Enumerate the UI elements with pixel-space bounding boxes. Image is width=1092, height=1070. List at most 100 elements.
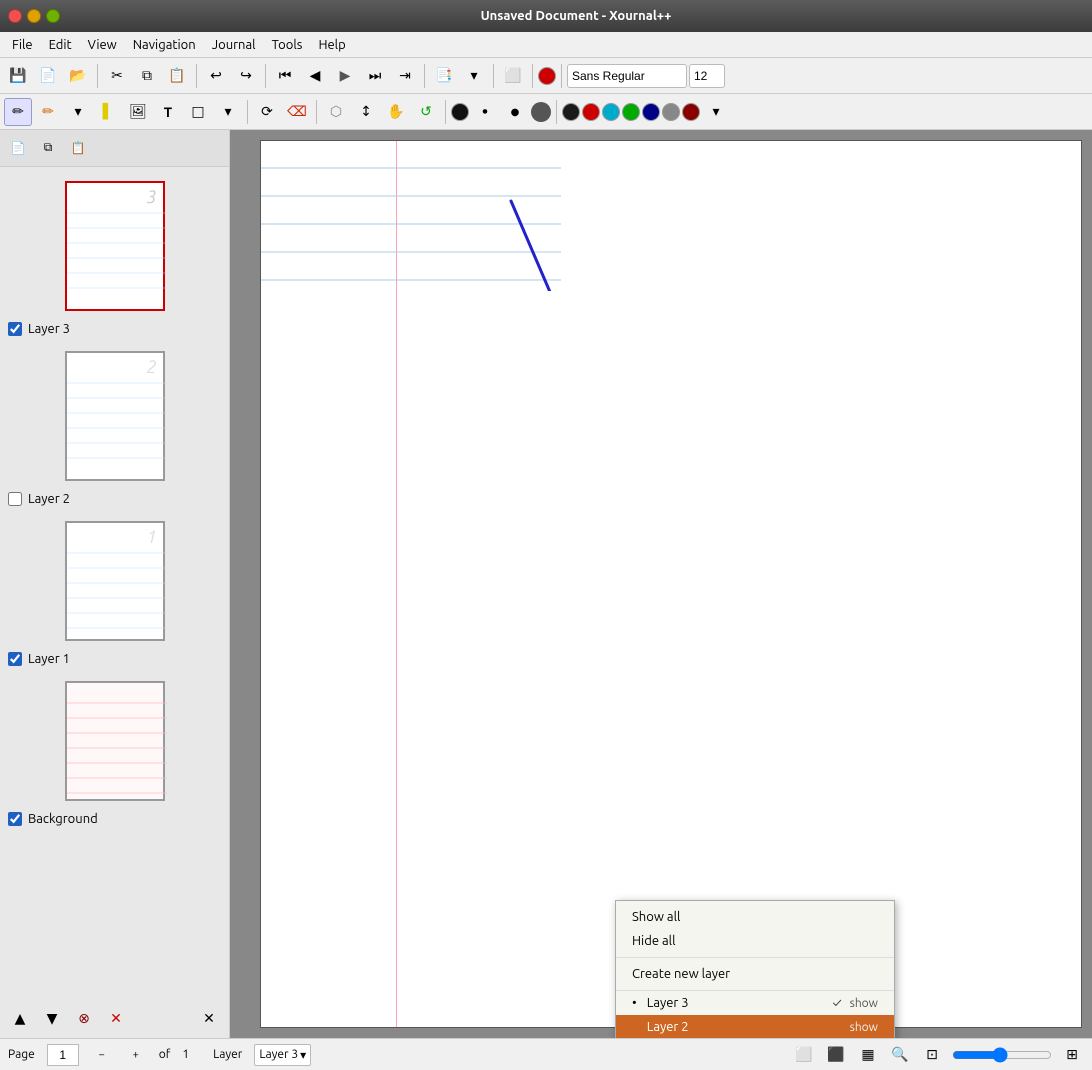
background-item[interactable]: Background	[0, 809, 229, 829]
prev-page-icon[interactable]: ◀	[301, 62, 329, 90]
layer-3-label: Layer 3	[28, 322, 70, 336]
create-new-layer-item[interactable]: Create new layer	[616, 962, 894, 986]
menu-file[interactable]: File	[4, 36, 41, 54]
view-btn-2[interactable]: ⬛	[824, 1043, 848, 1067]
layer-2-checkbox[interactable]	[8, 492, 22, 506]
last-page-icon[interactable]: ⏭	[361, 62, 389, 90]
cut-icon[interactable]: ✂	[103, 62, 131, 90]
close-sidebar-icon[interactable]: ✕	[195, 1004, 223, 1032]
menu-edit[interactable]: Edit	[41, 36, 80, 54]
show-all-item[interactable]: Show all	[616, 905, 894, 929]
layer-3-item[interactable]: Layer 3	[0, 319, 229, 339]
move-up-icon[interactable]: ▲	[6, 1004, 34, 1032]
sep-t2-4	[556, 100, 557, 124]
color-swatch-navy[interactable]	[642, 103, 660, 121]
window-controls	[8, 9, 60, 23]
dot-size-large[interactable]	[531, 102, 551, 122]
hand-tool-icon[interactable]: ✋	[382, 98, 410, 126]
image-insert-icon[interactable]: 🖼	[124, 98, 152, 126]
dropdown-layer3-item[interactable]: • Layer 3 ✓ show	[616, 991, 894, 1015]
page-plus-btn[interactable]: +	[125, 1044, 147, 1066]
color-btn-dropdown[interactable]: ▾	[64, 98, 92, 126]
undo-icon[interactable]: ↩	[202, 62, 230, 90]
color-swatch-darkred[interactable]	[682, 103, 700, 121]
layer-1-item[interactable]: Layer 1	[0, 649, 229, 669]
view-btn-3[interactable]: ▦	[856, 1043, 880, 1067]
page-3-num: 1	[146, 527, 156, 547]
skip-icon[interactable]: ⇥	[391, 62, 419, 90]
font-size-input[interactable]	[689, 64, 725, 88]
menu-view[interactable]: View	[80, 36, 125, 54]
redo-icon[interactable]: ↪	[232, 62, 260, 90]
sidebar-tb-2[interactable]: ⧉	[34, 134, 62, 162]
zoom-slider[interactable]	[952, 1047, 1052, 1063]
layer-3-checkbox[interactable]	[8, 322, 22, 336]
eraser-icon[interactable]: ⌫	[283, 98, 311, 126]
close-button[interactable]	[8, 9, 22, 23]
zoom-out-btn[interactable]: 🔍	[888, 1043, 912, 1067]
open-icon[interactable]: 📂	[64, 62, 92, 90]
menu-help[interactable]: Help	[310, 36, 353, 54]
new-icon[interactable]: 📄	[34, 62, 62, 90]
delete-layer-icon[interactable]: ⊗	[70, 1004, 98, 1032]
zoom-in-btn[interactable]: ⊞	[1060, 1043, 1084, 1067]
layer-1-checkbox[interactable]	[8, 652, 22, 666]
paste-icon[interactable]: 📋	[163, 62, 191, 90]
color-swatch-black[interactable]	[562, 103, 580, 121]
highlighter-icon[interactable]: ✏	[34, 98, 62, 126]
text-tool-icon[interactable]: T	[154, 98, 182, 126]
dot-size-small[interactable]: ●	[471, 98, 499, 126]
snap-icon[interactable]: ⟳	[253, 98, 281, 126]
menu-navigation[interactable]: Navigation	[125, 36, 204, 54]
dot-size-medium[interactable]: ●	[501, 98, 529, 126]
layer-selector[interactable]: Layer 3 ▾	[254, 1044, 311, 1066]
shape-dropdown-icon[interactable]: ▾	[214, 98, 242, 126]
sidebar-bottom-toolbar: ▲ ▼ ⊗ ✕ ✕	[0, 998, 229, 1038]
copy-icon[interactable]: ⧉	[133, 62, 161, 90]
separator-5	[493, 64, 494, 88]
background-checkbox[interactable]	[8, 812, 22, 826]
pdf-icon[interactable]: 📑	[430, 62, 458, 90]
sidebar-tb-3[interactable]: 📋	[64, 134, 92, 162]
page-3-thumbnail[interactable]: 1	[65, 521, 165, 641]
dropdown-layer2-item[interactable]: • Layer 2 ✓ show	[616, 1015, 894, 1038]
color-swatch-gray[interactable]	[662, 103, 680, 121]
maximize-button[interactable]	[46, 9, 60, 23]
separator-1	[97, 64, 98, 88]
color-black[interactable]	[451, 103, 469, 121]
remove-layer-icon[interactable]: ✕	[102, 1004, 130, 1032]
next-page-icon[interactable]: ▶	[331, 62, 359, 90]
view-btn-1[interactable]: ⬜	[792, 1043, 816, 1067]
page-minus-btn[interactable]: −	[91, 1044, 113, 1066]
sep-t2-2	[316, 100, 317, 124]
shape-tool-icon[interactable]: □	[184, 98, 212, 126]
sidebar-tb-1[interactable]: 📄	[4, 134, 32, 162]
menu-tools[interactable]: Tools	[264, 36, 311, 54]
color-swatch-cyan[interactable]	[602, 103, 620, 121]
page-4-thumbnail[interactable]	[65, 681, 165, 801]
refresh-icon[interactable]: ↺	[412, 98, 440, 126]
hide-all-item[interactable]: Hide all	[616, 929, 894, 953]
zoom-fit-btn[interactable]: ⊡	[920, 1043, 944, 1067]
more-colors-icon[interactable]: ▾	[702, 98, 730, 126]
save-icon[interactable]: 💾	[4, 62, 32, 90]
color-swatch-red[interactable]	[582, 103, 600, 121]
pen-tool-icon[interactable]: ✏	[4, 98, 32, 126]
fullscreen-icon[interactable]: ⬜	[499, 62, 527, 90]
draw-tool-icon[interactable]: ⬡	[322, 98, 350, 126]
menu-journal[interactable]: Journal	[204, 36, 264, 54]
active-color-swatch[interactable]	[538, 67, 556, 85]
move-tool-icon[interactable]: ↕	[352, 98, 380, 126]
move-down-icon[interactable]: ▼	[38, 1004, 66, 1032]
page-number-input[interactable]	[47, 1044, 79, 1066]
page-2-thumbnail[interactable]: 2	[65, 351, 165, 481]
minimize-button[interactable]	[27, 9, 41, 23]
page-1-thumbnail[interactable]: 3	[65, 181, 165, 311]
font-name-input[interactable]	[567, 64, 687, 88]
color-swatch-green[interactable]	[622, 103, 640, 121]
dropdown-layer2-show: show	[850, 1021, 878, 1034]
first-page-icon[interactable]: ⏮	[271, 62, 299, 90]
layer-2-item[interactable]: Layer 2	[0, 489, 229, 509]
marker-icon[interactable]: ▌	[94, 98, 122, 126]
dropdown-icon[interactable]: ▾	[460, 62, 488, 90]
